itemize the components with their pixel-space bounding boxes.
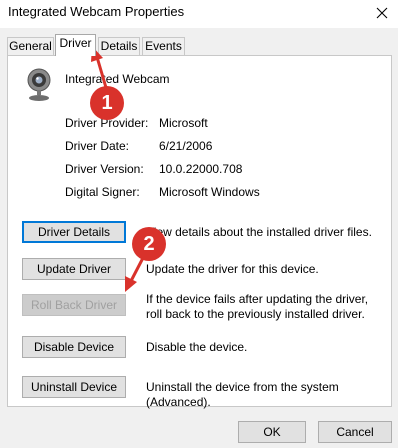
tab-details[interactable]: Details xyxy=(98,37,140,55)
update-driver-button[interactable]: Update Driver xyxy=(22,258,126,280)
disable-device-button[interactable]: Disable Device xyxy=(22,336,126,358)
step-marker-2: 2 xyxy=(132,227,166,261)
driver-version-label: Driver Version: xyxy=(65,162,144,176)
tab-general[interactable]: General xyxy=(7,37,54,55)
tab-driver[interactable]: Driver xyxy=(55,34,96,56)
driver-tab-panel: Integrated Webcam Driver Provider: Micro… xyxy=(7,55,392,409)
driver-date-value: 6/21/2006 xyxy=(159,139,213,153)
driver-version-value: 10.0.22000.708 xyxy=(159,162,243,176)
roll-back-driver-description: If the device fails after updating the d… xyxy=(146,292,369,321)
driver-details-button[interactable]: Driver Details xyxy=(22,221,126,243)
uninstall-device-description: Uninstall the device from the system (Ad… xyxy=(146,380,339,409)
uninstall-device-button[interactable]: Uninstall Device xyxy=(22,376,126,398)
title-bar: Integrated Webcam Properties xyxy=(0,0,398,28)
cancel-button[interactable]: Cancel xyxy=(318,421,392,443)
tab-events[interactable]: Events xyxy=(142,37,185,55)
ok-button[interactable]: OK xyxy=(238,421,306,443)
digital-signer-label: Digital Signer: xyxy=(65,185,140,199)
driver-details-description: View details about the installed driver … xyxy=(146,225,372,239)
close-button[interactable] xyxy=(370,2,394,24)
driver-provider-value: Microsoft xyxy=(159,116,208,130)
close-icon xyxy=(376,7,388,19)
roll-back-driver-button[interactable]: Roll Back Driver xyxy=(22,294,126,316)
window-title: Integrated Webcam Properties xyxy=(8,4,185,19)
tab-bar: General Driver Details Events xyxy=(0,28,398,56)
webcam-icon xyxy=(27,68,51,101)
disable-device-description: Disable the device. xyxy=(146,340,248,354)
device-name: Integrated Webcam xyxy=(65,72,170,86)
digital-signer-value: Microsoft Windows xyxy=(159,185,260,199)
update-driver-description: Update the driver for this device. xyxy=(146,262,319,276)
driver-date-label: Driver Date: xyxy=(65,139,130,153)
step-marker-1: 1 xyxy=(90,86,124,120)
